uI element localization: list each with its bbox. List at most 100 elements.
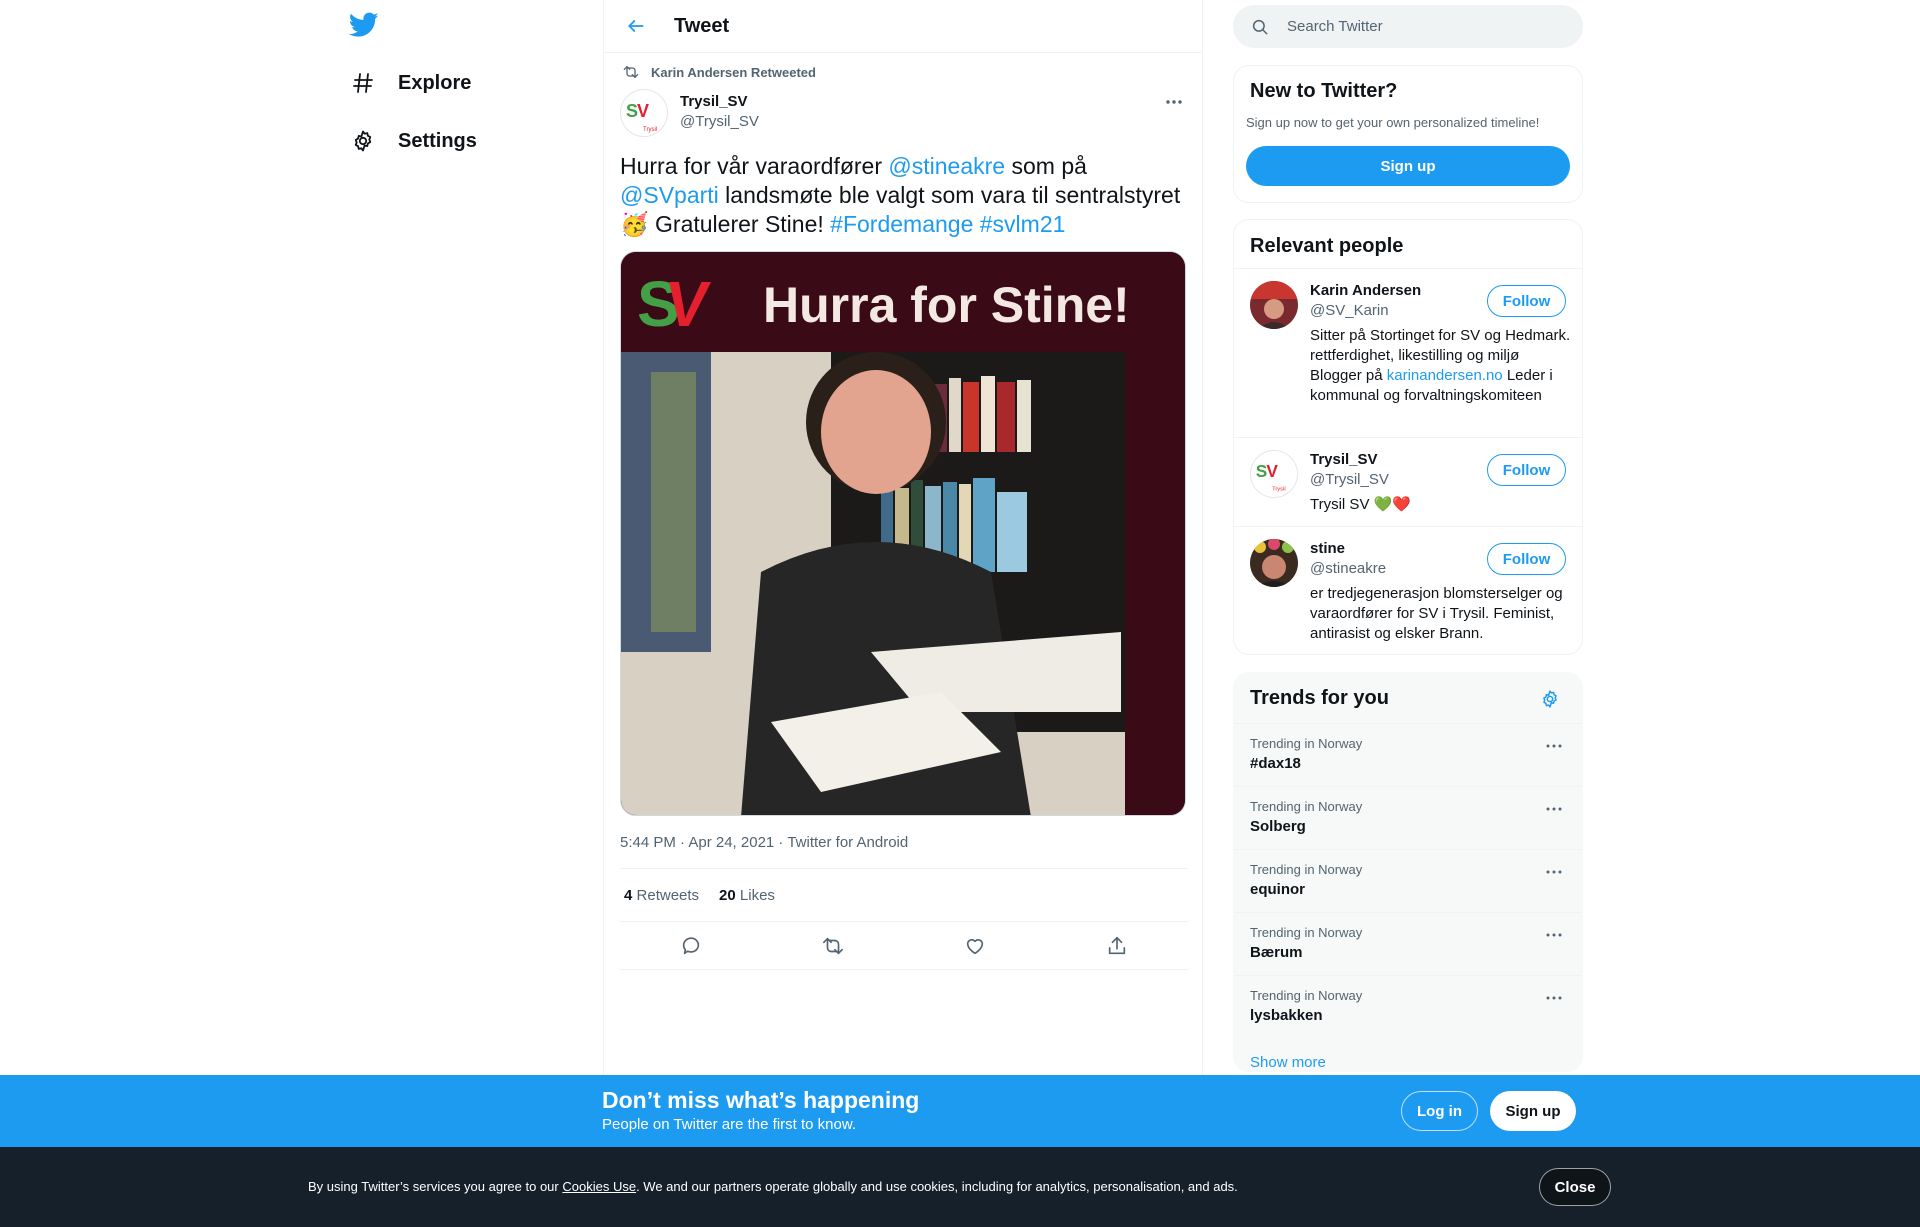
avatar[interactable]: S V Trysil: [620, 89, 668, 137]
tweet-text-segment: landsmøte ble valgt som vara til sentral…: [718, 182, 1181, 208]
mention-link[interactable]: @stineakre: [888, 153, 1005, 179]
follow-button[interactable]: Follow: [1487, 285, 1566, 317]
trend-item[interactable]: Trending in Norway lysbakken: [1234, 975, 1582, 1038]
follow-button[interactable]: Follow: [1487, 454, 1566, 486]
search-icon: [1251, 17, 1271, 37]
tweet-stats: 4 Retweets 20 Likes: [620, 868, 1188, 922]
more-icon[interactable]: [1542, 923, 1566, 947]
main-column: Tweet Karin Andersen Retweeted S V Trysi…: [603, 0, 1203, 1227]
tweet-text-segment: Hurra for vår varaordfører: [620, 153, 889, 179]
trend-name: equinor: [1250, 881, 1305, 898]
trend-name: lysbakken: [1250, 1007, 1323, 1024]
retweets-stat[interactable]: 4 Retweets: [624, 887, 699, 904]
tweet-text-segment: Gratulerer Stine!: [648, 211, 831, 237]
hashtag-link[interactable]: #svlm21: [980, 211, 1066, 237]
hashtag-icon: [350, 70, 376, 96]
tweet-timestamp[interactable]: 5:44 PM · Apr 24, 2021 · Twitter for And…: [620, 834, 908, 851]
banner-title: Don’t miss what’s happening: [602, 1087, 920, 1113]
trend-item[interactable]: Trending in Norway Bærum: [1234, 912, 1582, 975]
search-input[interactable]: [1287, 18, 1567, 35]
person-item[interactable]: Karin Andersen @SV_Karin Follow Sitter p…: [1234, 268, 1582, 437]
person-handle[interactable]: @stineakre: [1310, 560, 1386, 577]
gear-icon[interactable]: [1538, 687, 1562, 711]
author-name[interactable]: Trysil_SV: [680, 93, 748, 110]
like-icon[interactable]: [958, 929, 992, 963]
retweeted-by-label[interactable]: Karin Andersen Retweeted: [651, 65, 816, 80]
show-more-link[interactable]: Show more: [1250, 1054, 1326, 1071]
trend-context: Trending in Norway: [1250, 862, 1363, 877]
tweet-image[interactable]: S V Hurra for Stine!: [620, 251, 1186, 816]
avatar[interactable]: S V Trysil: [1250, 450, 1298, 498]
trend-context: Trending in Norway: [1250, 988, 1363, 1003]
twitter-bird-icon[interactable]: [348, 12, 379, 38]
person-name[interactable]: Karin Andersen: [1310, 282, 1421, 299]
avatar[interactable]: [1250, 539, 1298, 587]
retweet-icon: [623, 66, 639, 78]
more-icon[interactable]: [1542, 734, 1566, 758]
person-handle[interactable]: @SV_Karin: [1310, 302, 1389, 319]
cookie-text-segment: By using Twitter’s services you agree to…: [308, 1179, 563, 1194]
gear-icon: [350, 128, 376, 154]
signup-banner: Don’t miss what’s happening People on Tw…: [0, 1075, 1920, 1147]
sv-logo: S V: [637, 268, 714, 340]
more-icon[interactable]: [1542, 797, 1566, 821]
person-name[interactable]: stine: [1310, 540, 1345, 557]
nav-settings[interactable]: Settings: [350, 121, 477, 161]
likes-count: 20: [719, 886, 736, 904]
more-icon[interactable]: [1542, 986, 1566, 1010]
retweets-label: Retweets: [636, 886, 700, 904]
avatar[interactable]: [1250, 281, 1298, 329]
relevant-people-card: Relevant people Karin Andersen @SV_Karin…: [1233, 219, 1583, 655]
mention-link[interactable]: @SVparti: [620, 182, 719, 208]
person-item[interactable]: stine @stineakre Follow er tredjegeneras…: [1234, 526, 1582, 654]
bio-link[interactable]: karinandersen.no: [1387, 367, 1503, 384]
trends-card: Trends for you Trending in Norway #dax18…: [1233, 672, 1583, 1072]
person-name[interactable]: Trysil_SV: [1310, 451, 1378, 468]
trend-item[interactable]: Trending in Norway Solberg: [1234, 786, 1582, 849]
trend-name: Solberg: [1250, 818, 1306, 835]
sign-up-button[interactable]: Sign up: [1490, 1091, 1576, 1131]
arrow-left-icon[interactable]: [619, 9, 653, 43]
more-icon[interactable]: [1162, 90, 1186, 114]
trend-name: #dax18: [1250, 755, 1301, 772]
cookie-bar: By using Twitter’s services you agree to…: [0, 1147, 1920, 1227]
cookie-text: By using Twitter’s services you agree to…: [308, 1179, 1238, 1194]
trend-context: Trending in Norway: [1250, 799, 1363, 814]
nav-explore[interactable]: Explore: [350, 63, 471, 103]
likes-stat[interactable]: 20 Likes: [719, 887, 775, 904]
svg-text:V: V: [1266, 461, 1278, 481]
more-icon[interactable]: [1542, 860, 1566, 884]
log-in-button[interactable]: Log in: [1401, 1091, 1478, 1131]
search-box[interactable]: [1233, 5, 1583, 48]
banner-subtitle: People on Twitter are the first to know.: [602, 1116, 857, 1133]
relevant-people-title: Relevant people: [1250, 235, 1404, 257]
follow-button[interactable]: Follow: [1487, 543, 1566, 575]
trend-context: Trending in Norway: [1250, 925, 1363, 940]
svg-text:V: V: [637, 101, 649, 121]
cookies-use-link[interactable]: Cookies Use: [562, 1179, 636, 1194]
nav-explore-label: Explore: [398, 71, 472, 94]
retweets-count: 4: [624, 886, 633, 904]
person-item[interactable]: S V Trysil Trysil_SV @Trysil_SV Follow T…: [1234, 437, 1582, 526]
tweet-text: Hurra for vår varaordfører @stineakre so…: [620, 152, 1190, 239]
page-title: Tweet: [674, 14, 730, 37]
party-emoji: 🥳: [620, 211, 649, 237]
new-to-twitter-title: New to Twitter?: [1250, 80, 1398, 102]
person-bio: Sitter på Stortinget for SV og Hedmark. …: [1310, 326, 1572, 406]
trend-name: Bærum: [1250, 944, 1303, 961]
author-handle[interactable]: @Trysil_SV: [680, 113, 759, 130]
hashtag-link[interactable]: #Fordemange: [830, 211, 973, 237]
sign-up-button[interactable]: Sign up: [1246, 146, 1570, 186]
nav-settings-label: Settings: [398, 129, 477, 152]
likes-label: Likes: [739, 886, 775, 904]
svg-text:Trysil: Trysil: [1272, 486, 1286, 492]
close-button[interactable]: Close: [1539, 1168, 1611, 1206]
trend-item[interactable]: Trending in Norway equinor: [1234, 849, 1582, 912]
trends-title: Trends for you: [1250, 687, 1389, 709]
trend-item[interactable]: Trending in Norway #dax18: [1234, 723, 1582, 786]
retweet-icon[interactable]: [816, 929, 850, 963]
person-handle[interactable]: @Trysil_SV: [1310, 471, 1389, 488]
tweet-text-segment: som på: [1005, 153, 1087, 179]
share-icon[interactable]: [1100, 929, 1134, 963]
reply-icon[interactable]: [674, 929, 708, 963]
